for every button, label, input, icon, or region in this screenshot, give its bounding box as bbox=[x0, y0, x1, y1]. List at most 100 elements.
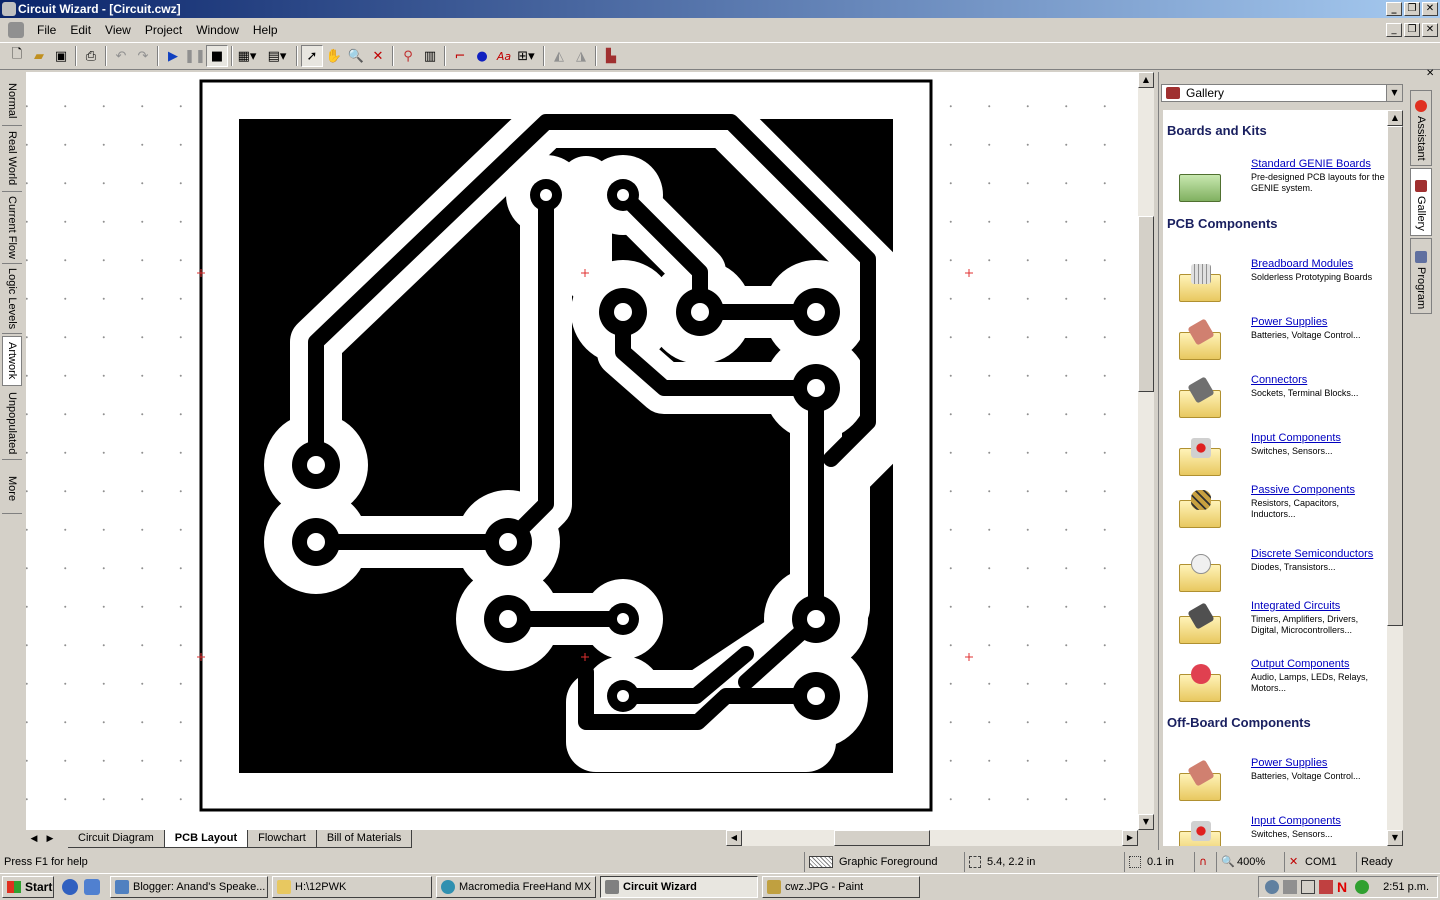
scroll-left-arrow-icon[interactable]: ◀ bbox=[726, 830, 742, 846]
tab-artwork[interactable]: Artwork bbox=[2, 336, 22, 386]
gallery-item-link[interactable]: Breadboard Modules bbox=[1251, 258, 1353, 270]
gallery-item[interactable]: Input Components Switches, Sensors... bbox=[1167, 432, 1383, 486]
gallery-item-link[interactable]: Power Supplies bbox=[1251, 316, 1327, 328]
antivirus-icon[interactable] bbox=[1319, 880, 1333, 894]
gallery-item[interactable]: Integrated Circuits Timers, Amplifiers, … bbox=[1167, 600, 1383, 654]
printer-icon[interactable] bbox=[1283, 880, 1297, 894]
play-icon[interactable]: ▶ bbox=[162, 45, 184, 67]
flip-vertical-icon[interactable]: ◮ bbox=[570, 45, 592, 67]
canvas-horizontal-scrollbar[interactable]: ◀ ▶ bbox=[726, 830, 1138, 846]
gallery-item[interactable]: Discrete Semiconductors Diodes, Transist… bbox=[1167, 548, 1383, 602]
menu-edit[interactable]: Edit bbox=[63, 20, 98, 40]
gallery-item-link[interactable]: Discrete Semiconductors bbox=[1251, 548, 1373, 560]
align-menu-icon[interactable]: ⊞▾ bbox=[515, 45, 537, 67]
canvas-vertical-scrollbar[interactable]: ▲ ▼ bbox=[1138, 72, 1154, 830]
save-icon[interactable]: ▣ bbox=[50, 45, 72, 67]
snap-magnet-icon[interactable]: ∩ bbox=[1194, 852, 1216, 872]
track-icon[interactable]: ⌐ bbox=[449, 45, 471, 67]
gallery-item-link[interactable]: Passive Components bbox=[1251, 484, 1355, 496]
gallery-scrollbar[interactable]: ▲ ▼ bbox=[1387, 110, 1403, 846]
doc-minimize-button[interactable]: _ bbox=[1386, 23, 1402, 37]
gallery-item[interactable]: Breadboard Modules Solderless Prototypin… bbox=[1167, 258, 1383, 312]
pause-icon[interactable]: ❚❚ bbox=[184, 45, 206, 67]
stop-icon[interactable]: ■ bbox=[206, 45, 228, 67]
scroll-up-arrow-icon[interactable]: ▲ bbox=[1138, 72, 1154, 88]
graph-icon[interactable]: ▥ bbox=[419, 45, 441, 67]
norton-icon[interactable]: N bbox=[1337, 879, 1347, 895]
maximize-button[interactable]: ❐ bbox=[1404, 2, 1420, 16]
redo-icon[interactable]: ↷ bbox=[132, 45, 154, 67]
tab-bill-of-materials[interactable]: Bill of Materials bbox=[316, 830, 413, 848]
gallery-item-link[interactable]: Integrated Circuits bbox=[1251, 600, 1340, 612]
scroll-right-arrow-icon[interactable]: ▶ bbox=[1122, 830, 1138, 846]
component-menu-icon[interactable]: ▦▾ bbox=[236, 45, 258, 67]
zoom-indicator[interactable]: 🔍 400% bbox=[1216, 852, 1284, 872]
gallery-item-link[interactable]: Standard GENIE Boards bbox=[1251, 158, 1371, 170]
close-button[interactable]: ✕ bbox=[1422, 2, 1438, 16]
task-folder[interactable]: H:\12PWK bbox=[272, 876, 432, 898]
scroll-up-arrow-icon[interactable]: ▲ bbox=[1387, 110, 1403, 126]
document-icon[interactable] bbox=[8, 22, 24, 38]
tab-unpopulated[interactable]: Unpopulated bbox=[2, 388, 22, 460]
port-indicator[interactable]: ✕ COM1 bbox=[1284, 852, 1354, 872]
tab-real-world[interactable]: Real World bbox=[2, 126, 22, 192]
delete-icon[interactable]: ✕ bbox=[367, 45, 389, 67]
pan-hand-icon[interactable]: ✋ bbox=[323, 45, 345, 67]
scroll-down-arrow-icon[interactable]: ▼ bbox=[1138, 814, 1154, 830]
layer-indicator[interactable]: Graphic Foreground bbox=[804, 852, 964, 872]
doc-restore-button[interactable]: ❐ bbox=[1404, 23, 1420, 37]
undo-icon[interactable]: ↶ bbox=[110, 45, 132, 67]
internet-explorer-icon[interactable] bbox=[62, 879, 78, 895]
menu-file[interactable]: File bbox=[30, 20, 63, 40]
gallery-item[interactable]: Output Components Audio, Lamps, LEDs, Re… bbox=[1167, 658, 1383, 712]
grid-indicator[interactable]: 0.1 in bbox=[1124, 852, 1194, 872]
tab-logic-levels[interactable]: Logic Levels bbox=[2, 264, 22, 334]
pcb-canvas[interactable] bbox=[26, 72, 1138, 830]
menu-view[interactable]: View bbox=[98, 20, 138, 40]
menu-window[interactable]: Window bbox=[189, 20, 246, 40]
tab-program[interactable]: Program bbox=[1410, 238, 1432, 314]
text-icon[interactable]: Aa bbox=[493, 45, 515, 67]
tab-flowchart[interactable]: Flowchart bbox=[248, 830, 317, 848]
tab-pcb-layout[interactable]: PCB Layout bbox=[164, 830, 249, 848]
task-circuit-wizard[interactable]: Circuit Wizard bbox=[600, 876, 758, 898]
zoom-icon[interactable]: 🔍 bbox=[345, 45, 367, 67]
task-paint[interactable]: cwz.JPG - Paint bbox=[762, 876, 920, 898]
monitor-icon[interactable] bbox=[1301, 880, 1315, 894]
select-pointer-icon[interactable]: ➚ bbox=[301, 45, 323, 67]
gallery-item[interactable]: Power Supplies Batteries, Voltage Contro… bbox=[1167, 757, 1383, 811]
menu-help[interactable]: Help bbox=[246, 20, 285, 40]
tab-gallery[interactable]: Gallery bbox=[1410, 168, 1432, 236]
task-freehand[interactable]: Macromedia FreeHand MX bbox=[436, 876, 596, 898]
chevron-down-icon[interactable]: ▼ bbox=[1386, 85, 1402, 101]
open-folder-icon[interactable]: ▰ bbox=[28, 45, 50, 67]
tab-current-flow[interactable]: Current Flow bbox=[2, 192, 22, 264]
gallery-book-icon[interactable]: ▙ bbox=[600, 45, 622, 67]
tab-more[interactable]: More bbox=[2, 464, 22, 514]
pad-icon[interactable]: ● bbox=[471, 45, 493, 67]
layer-menu-icon[interactable]: ▤▾ bbox=[266, 45, 288, 67]
task-blogger[interactable]: Blogger: Anand's Speake... bbox=[110, 876, 268, 898]
flip-horizontal-icon[interactable]: ◭ bbox=[548, 45, 570, 67]
tab-prev-arrow-icon[interactable]: ◀ bbox=[26, 834, 42, 844]
print-icon[interactable]: ⎙ bbox=[80, 45, 102, 67]
minimize-button[interactable]: _ bbox=[1386, 2, 1402, 16]
start-button[interactable]: Start bbox=[2, 876, 54, 898]
tab-circuit-diagram[interactable]: Circuit Diagram bbox=[68, 830, 165, 848]
gallery-scroll-thumb[interactable] bbox=[1387, 126, 1403, 626]
gallery-item[interactable]: Power Supplies Batteries, Voltage Contro… bbox=[1167, 316, 1383, 370]
gallery-item-link[interactable]: Power Supplies bbox=[1251, 757, 1327, 769]
doc-close-button[interactable]: ✕ bbox=[1422, 23, 1438, 37]
gallery-item[interactable]: Passive Components Resistors, Capacitors… bbox=[1167, 484, 1383, 538]
show-desktop-icon[interactable] bbox=[84, 879, 100, 895]
gallery-item[interactable]: Connectors Sockets, Terminal Blocks... bbox=[1167, 374, 1383, 428]
tab-next-arrow-icon[interactable]: ▶ bbox=[42, 834, 58, 844]
gallery-item-link[interactable]: Input Components bbox=[1251, 815, 1341, 827]
network-icon[interactable] bbox=[1265, 880, 1279, 894]
scroll-thumb[interactable] bbox=[1138, 216, 1154, 392]
scroll-down-arrow-icon[interactable]: ▼ bbox=[1387, 830, 1403, 846]
close-panel-icon[interactable]: ✕ bbox=[1426, 68, 1434, 79]
gallery-item[interactable]: Input Components Switches, Sensors... bbox=[1167, 815, 1383, 846]
info-icon[interactable] bbox=[1355, 880, 1369, 894]
probe-icon[interactable]: ⚲ bbox=[397, 45, 419, 67]
